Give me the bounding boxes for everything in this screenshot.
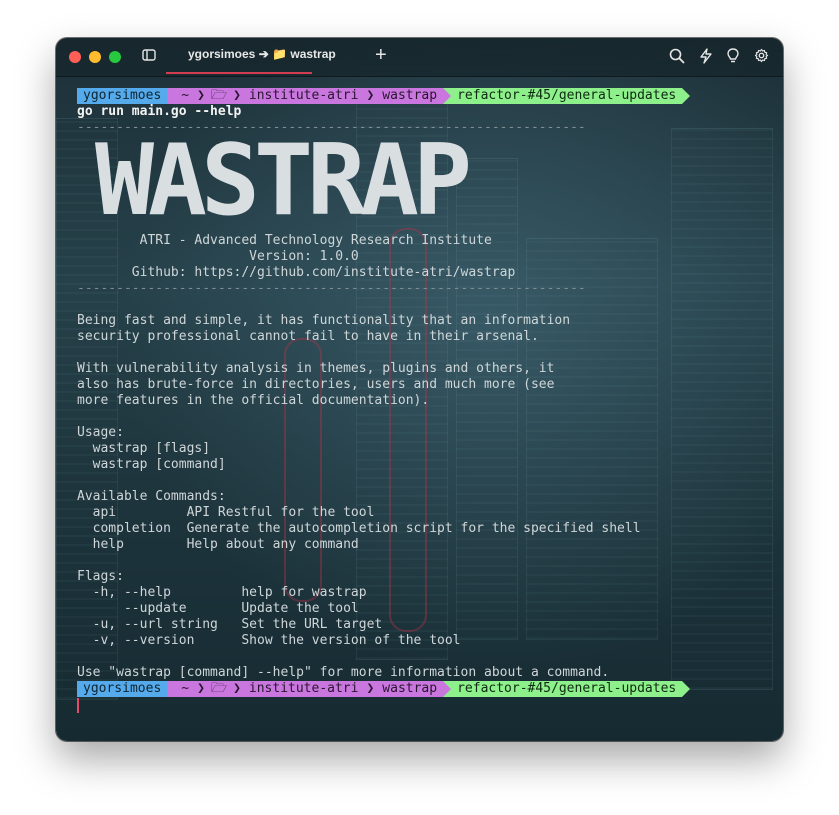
- lightbulb-icon[interactable]: [727, 48, 739, 69]
- logo-text: WASTRAP: [95, 136, 468, 233]
- command-item: completion Generate the autocompletion s…: [77, 521, 641, 536]
- shell-prompt: ygorsimoes ~ ❯ 🗁 ❯ institute-atri ❯ wastrap refa…: [77, 88, 777, 104]
- shell-prompt: ygorsimoes ~ ❯ 🗁 ❯ institute-atri ❯ wastrap refa…: [77, 681, 777, 697]
- input-line[interactable]: [77, 697, 777, 713]
- close-window-button[interactable]: [69, 51, 81, 63]
- github-line[interactable]: Github: https://github.com/institute-atr…: [77, 265, 777, 281]
- terminal-window: ygorsimoes ➔ 📁 wastrap + ygorsimoes ~ ❯ 🗁 ❯ i…: [56, 38, 783, 741]
- flag-item: -h, --help help for wastrap: [77, 585, 367, 600]
- prompt-user: ygorsimoes: [77, 681, 168, 697]
- active-tab-indicator: [166, 72, 312, 74]
- title-bar: ygorsimoes ➔ 📁 wastrap +: [56, 38, 783, 77]
- folder-icon: 🗁: [206, 88, 232, 104]
- minimize-window-button[interactable]: [89, 51, 101, 63]
- command-item: help Help about any command: [77, 537, 359, 552]
- description: more features in the official documentat…: [77, 393, 430, 408]
- org-line: ATRI - Advanced Technology Research Inst…: [77, 233, 492, 248]
- search-icon[interactable]: [669, 48, 685, 69]
- description: Being fast and simple, it has functional…: [77, 313, 571, 328]
- prompt-home: ~: [167, 88, 196, 104]
- prompt-home: ~: [167, 681, 196, 697]
- usage-line: wastrap [command]: [77, 457, 226, 472]
- prompt-sep: ❯: [195, 88, 207, 104]
- text-cursor: [77, 698, 79, 713]
- prompt-dir: institute-atri: [242, 681, 365, 697]
- description: With vulnerability analysis in themes, p…: [77, 361, 555, 376]
- usage-line: wastrap [flags]: [77, 441, 211, 456]
- flag-item: -v, --version Show the version of the to…: [77, 633, 461, 648]
- footer-hint: Use "wastrap [command] --help" for more …: [77, 665, 610, 680]
- usage-header: Usage:: [77, 425, 124, 440]
- bolt-icon[interactable]: [699, 48, 713, 69]
- wastrap-logo: WASTRAP: [77, 124, 777, 238]
- gear-icon[interactable]: [754, 48, 769, 68]
- prompt-git-branch: refactor-#45/general-updates: [451, 681, 683, 697]
- folder-icon: 🗁: [206, 681, 232, 697]
- command-item: api API Restful for the tool: [77, 505, 375, 520]
- sidebar-icon[interactable]: [142, 48, 156, 67]
- separator: ----------------------------------------…: [77, 120, 586, 135]
- commands-header: Available Commands:: [77, 489, 226, 504]
- description: security professional cannot fail to hav…: [77, 329, 539, 344]
- separator: ----------------------------------------…: [77, 281, 586, 296]
- description: also has brute-force in directories, use…: [77, 377, 555, 392]
- version-line: Version: 1.0.0: [77, 249, 359, 264]
- prompt-dir: wastrap: [376, 88, 444, 104]
- prompt-user: ygorsimoes: [77, 88, 168, 104]
- prompt-dir: wastrap: [376, 681, 444, 697]
- zoom-window-button[interactable]: [109, 51, 121, 63]
- command-line: go run main.go --help: [77, 104, 242, 119]
- prompt-dir: institute-atri: [242, 88, 365, 104]
- tab-title[interactable]: ygorsimoes ➔ 📁 wastrap: [188, 47, 336, 61]
- flag-item: -u, --url string Set the URL target: [77, 617, 383, 632]
- terminal-output[interactable]: ygorsimoes ~ ❯ 🗁 ❯ institute-atri ❯ wastrap refa…: [77, 88, 777, 713]
- flag-item: --update Update the tool: [77, 601, 359, 616]
- new-tab-button[interactable]: +: [375, 44, 387, 67]
- flags-header: Flags:: [77, 569, 124, 584]
- prompt-git-branch: refactor-#45/general-updates: [451, 88, 683, 104]
